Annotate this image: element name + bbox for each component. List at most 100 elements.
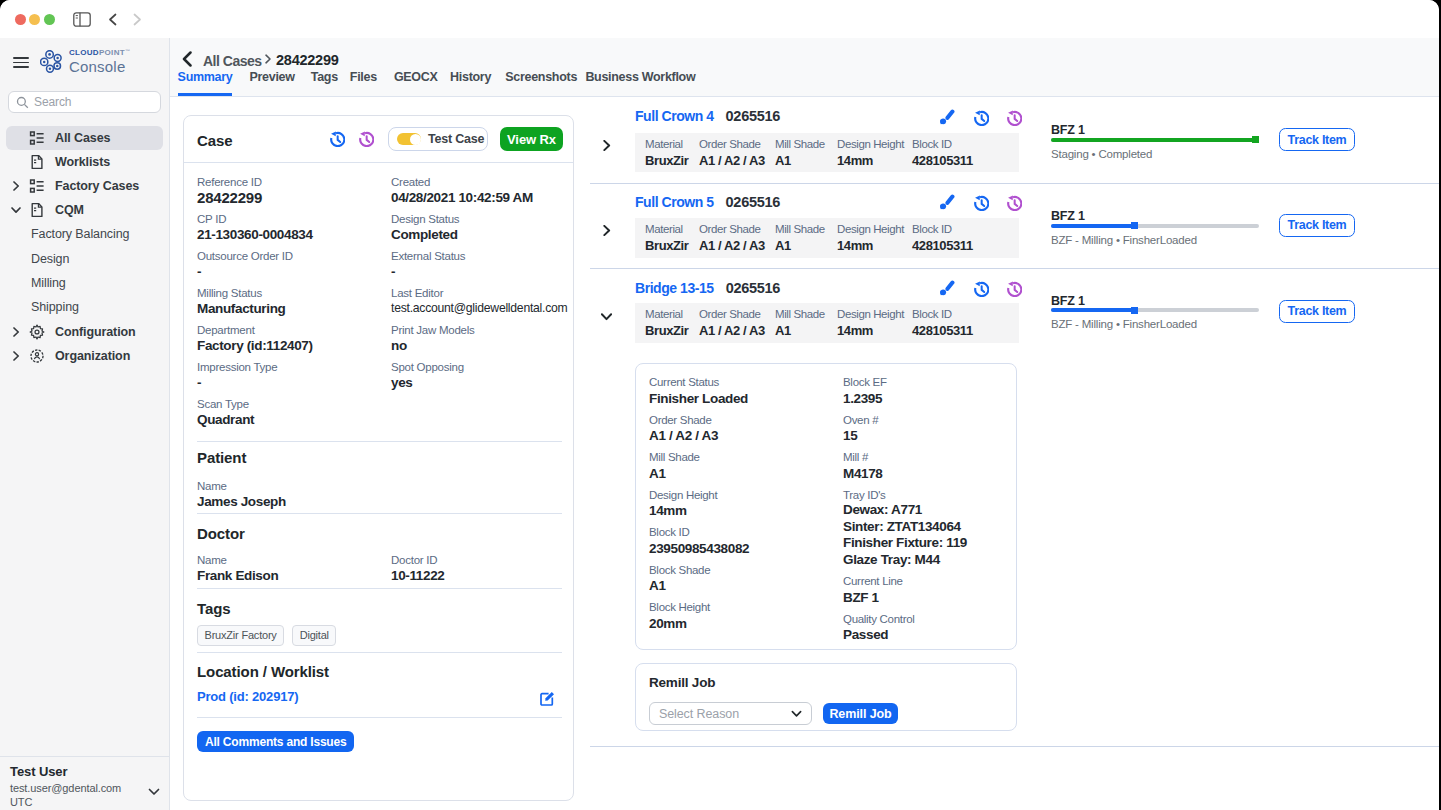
sidebar-item-organization[interactable]: Organization <box>0 344 169 368</box>
divider <box>197 513 562 514</box>
remill-reason-select[interactable]: Select Reason <box>649 702 812 725</box>
sidebar-item-all-cases[interactable]: All Cases <box>6 126 163 150</box>
table-column: Mill ShadeA1 <box>775 223 837 258</box>
history-alt-icon[interactable] <box>1005 194 1022 215</box>
design-brush-icon[interactable] <box>938 194 955 215</box>
tab-preview[interactable]: Preview <box>250 70 295 97</box>
breadcrumb-all-cases[interactable]: All Cases <box>203 53 262 69</box>
field-value: yes <box>391 374 464 391</box>
design-brush-icon[interactable] <box>938 280 955 301</box>
track-item-button[interactable]: Track Item <box>1279 300 1355 323</box>
user-account-menu[interactable]: Test User test.user@gdental.com UTC <box>0 756 169 810</box>
item-name-link[interactable]: Bridge 13-15 <box>635 280 714 296</box>
user-timezone: UTC <box>10 796 159 808</box>
history-alt-icon[interactable] <box>1005 280 1022 301</box>
field-label: Created <box>391 176 533 189</box>
table-column: MaterialBruxZir <box>645 223 699 258</box>
tab-business-workflow[interactable]: Business Workflow <box>585 70 695 97</box>
track-item-button[interactable]: Track Item <box>1279 128 1355 151</box>
search-placeholder: Search <box>34 95 71 109</box>
field-value: A1 <box>649 465 843 482</box>
field-value: 1.2395 <box>843 390 967 407</box>
column-value: A1 / A2 / A3 <box>699 152 775 169</box>
field-label: Spot Opposing <box>391 361 464 374</box>
detail-field: Block EF1.2395 <box>843 376 967 407</box>
field-label: Print Jaw Models <box>391 324 475 337</box>
close-window-button[interactable] <box>15 14 26 25</box>
sidebar-item-factory-balancing[interactable]: Factory Balancing <box>0 222 169 246</box>
tab-files[interactable]: Files <box>350 70 377 97</box>
detail-field: Quality ControlPassed <box>843 613 967 644</box>
item-track-progress: BFZ 1 Staging • Completed <box>1051 124 1259 161</box>
expand-chevron-icon[interactable] <box>601 137 612 155</box>
tab-summary[interactable]: Summary <box>178 70 233 97</box>
table-column: Mill ShadeA1 <box>775 138 837 172</box>
minimize-window-button[interactable] <box>29 14 40 25</box>
view-rx-button[interactable]: View Rx <box>500 127 563 151</box>
browser-forward-icon[interactable] <box>132 12 143 30</box>
column-header: Order Shade <box>699 308 775 321</box>
field-label: Mill # <box>843 451 967 465</box>
expand-chevron-icon[interactable] <box>601 222 612 240</box>
sidebar-item-configuration[interactable]: Configuration <box>0 320 169 344</box>
field-value: BZF 1 <box>843 589 967 606</box>
sidebar-item-label: CQM <box>55 203 84 217</box>
zoom-window-button[interactable] <box>44 14 55 25</box>
history-icon[interactable] <box>972 194 989 215</box>
design-brush-icon[interactable] <box>938 109 955 130</box>
column-header: Block ID <box>912 308 973 321</box>
tab-history[interactable]: History <box>450 70 491 97</box>
field-value: A1 / A2 / A3 <box>649 427 843 444</box>
sidebar-item-shipping[interactable]: Shipping <box>0 295 169 319</box>
case-field: Spot Opposingyes <box>391 361 464 391</box>
page-header: All Cases 28422299 Summary Preview Tags … <box>170 38 1439 97</box>
track-line-name: BFZ 1 <box>1051 124 1259 138</box>
item-name-link[interactable]: Full Crown 4 <box>635 108 714 124</box>
field-label: Quality Control <box>843 613 967 627</box>
case-field: Reference ID28422299 <box>197 176 262 206</box>
all-comments-button[interactable]: All Comments and Issues <box>197 731 354 752</box>
hamburger-menu-icon[interactable] <box>13 57 29 69</box>
logo-trademark: ™ <box>125 48 130 54</box>
item-name-link[interactable]: Full Crown 5 <box>635 194 714 210</box>
history-icon[interactable] <box>972 109 989 130</box>
field-value: Factory (id:112407) <box>197 337 313 354</box>
tab-screenshots[interactable]: Screenshots <box>505 70 577 97</box>
item-attributes-table: MaterialBruxZirOrder ShadeA1 / A2 / A3Mi… <box>635 218 1019 258</box>
case-field: Last Editortest.account@glidewelldental.… <box>391 287 567 317</box>
chevron-down-icon <box>791 710 802 718</box>
table-column: Design Height14mm <box>837 223 912 258</box>
history-icon[interactable] <box>972 280 989 301</box>
history-icon[interactable] <box>328 130 345 151</box>
history-alt-icon[interactable] <box>1005 109 1022 130</box>
test-case-toggle[interactable]: Test Case <box>388 127 488 151</box>
field-label: Block Shade <box>649 564 843 578</box>
remill-job-button[interactable]: Remill Job <box>823 703 898 724</box>
browser-back-icon[interactable] <box>107 12 118 30</box>
history-alt-icon[interactable] <box>357 130 374 151</box>
edit-location-icon[interactable] <box>539 690 555 710</box>
tab-tags[interactable]: Tags <box>311 70 338 97</box>
detail-column: Block EF1.2395Oven #15Mill #M4178Tray ID… <box>843 376 967 649</box>
sidebar-item-cqm[interactable]: CQM <box>0 198 169 222</box>
sidebar-item-design[interactable]: Design <box>0 246 169 270</box>
gear-icon <box>29 324 45 340</box>
expand-chevron-icon[interactable] <box>601 308 612 326</box>
detail-field: Mill #M4178 <box>843 451 967 482</box>
toggle-switch[interactable] <box>397 133 421 145</box>
back-arrow-icon[interactable] <box>180 51 194 67</box>
column-value: 14mm <box>837 322 912 339</box>
sidebar-item-factory-cases[interactable]: Factory Cases <box>0 174 169 198</box>
location-link[interactable]: Prod (id: 202917) <box>197 689 298 704</box>
progress-bar <box>1051 138 1259 142</box>
search-input[interactable]: Search <box>8 91 161 113</box>
field-label: Doctor ID <box>391 554 445 567</box>
track-status-text: BZF - Milling • FinsherLoaded <box>1051 234 1259 247</box>
sidebar-item-milling[interactable]: Milling <box>0 271 169 295</box>
sidebar-item-worklists[interactable]: Worklists <box>0 150 169 174</box>
sidebar-toggle-icon[interactable] <box>73 12 91 31</box>
tab-geocx[interactable]: GEOCX <box>394 70 438 97</box>
field-value: Finisher Loaded <box>649 390 843 407</box>
patient-name-field: Name James Joseph <box>197 480 286 510</box>
track-item-button[interactable]: Track Item <box>1279 214 1355 237</box>
